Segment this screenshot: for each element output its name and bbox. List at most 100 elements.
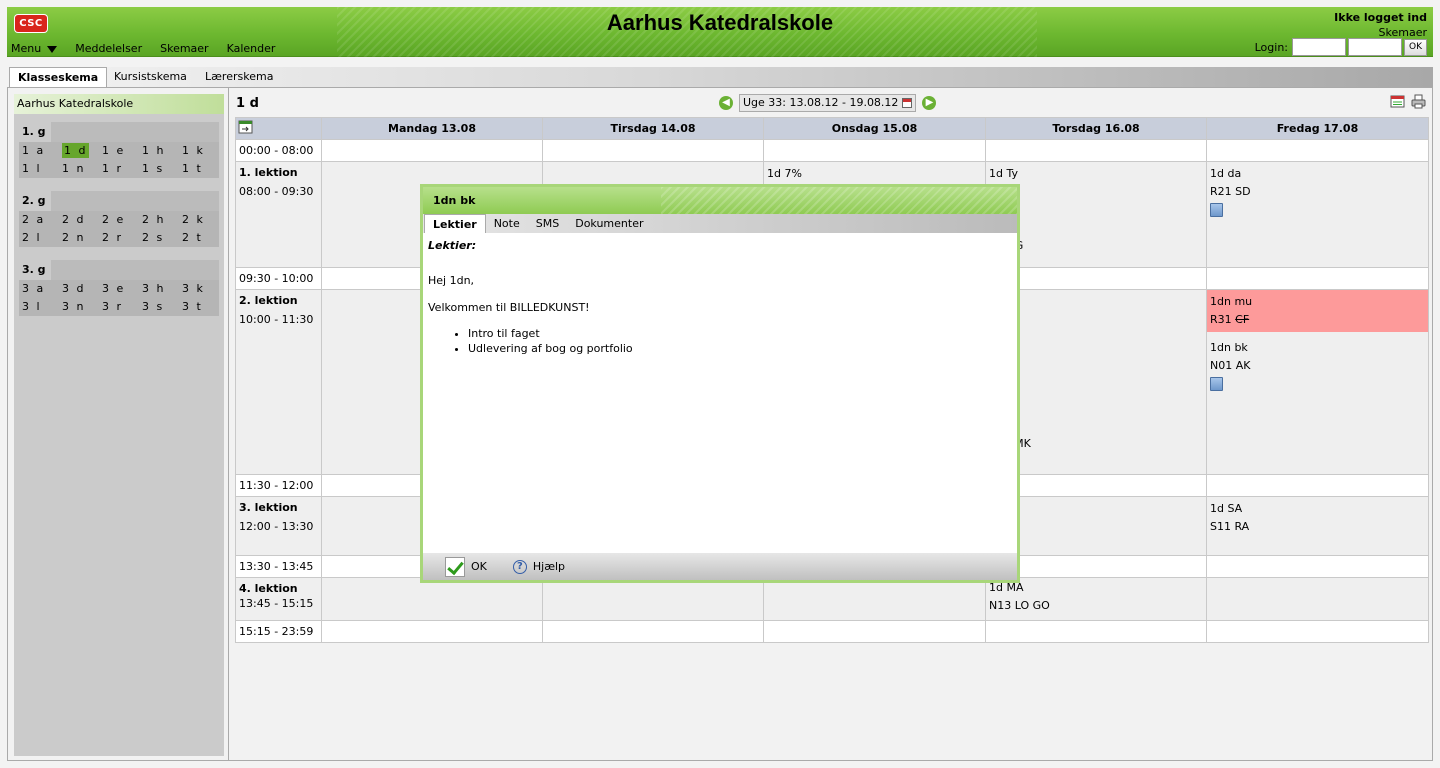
export-icon[interactable] (1390, 94, 1405, 109)
class-item[interactable]: 3 a (19, 280, 59, 298)
printer-icon[interactable] (1411, 94, 1426, 109)
help-icon[interactable]: ? (512, 559, 527, 574)
document-icon[interactable] (1210, 203, 1223, 217)
lesson-entry[interactable]: 1d 7% (764, 162, 985, 186)
schedule-cell: 1d da R21 SD (1206, 161, 1429, 268)
class-item[interactable]: 1 h (139, 142, 179, 160)
class-item[interactable]: 1 k (179, 142, 219, 160)
cell-spacer (989, 201, 1203, 219)
class-item[interactable]: 2 h (139, 211, 179, 229)
schedule-cell (542, 577, 764, 621)
class-item[interactable]: 1 t (179, 160, 219, 178)
class-item[interactable]: 3 n (59, 298, 99, 316)
class-row: 3 a 3 d 3 e 3 h 3 k (19, 280, 219, 298)
time-cell: 1. lektion 08:00 - 09:30 (235, 161, 322, 268)
document-icon[interactable] (1210, 377, 1223, 391)
lesson-class: 1dn bk (1210, 341, 1248, 354)
class-row: 1 l 1 n 1 r 1 s 1 t (19, 160, 219, 178)
tab-note[interactable]: Note (486, 214, 528, 233)
tab-sms[interactable]: SMS (528, 214, 567, 233)
lesson-entry[interactable]: 1dn bk N01 AK (1207, 332, 1428, 396)
lesson-room: KL (989, 183, 1203, 201)
sidebar-school: Aarhus Katedralskole (14, 94, 224, 114)
class-item[interactable]: 3 k (179, 280, 219, 298)
class-item[interactable]: 2 d (59, 211, 99, 229)
dialog-tabs: Lektier Note SMS Dokumenter (423, 214, 1017, 233)
class-item[interactable]: 1 r (99, 160, 139, 178)
lesson-row: 4. lektion 13:45 - 15:15 1d MA N13 LO GO (235, 577, 1429, 621)
lesson-room: R21 SD (1210, 185, 1251, 198)
time-cell: 00:00 - 08:00 (235, 139, 322, 162)
tab-kursistskema[interactable]: Kursistskema (106, 67, 195, 87)
schedule-cell: 1d SA S11 RA (1206, 496, 1429, 556)
class-item[interactable]: 2 s (139, 229, 179, 247)
tab-laererskema[interactable]: Lærerskema (197, 67, 281, 87)
class-item[interactable]: 1 a (19, 142, 59, 160)
lesson-entry[interactable]: 1d SA S11 RA (1207, 497, 1428, 539)
nav-menu[interactable]: Menu (11, 42, 66, 55)
class-item[interactable]: 3 s (139, 298, 179, 316)
lesson-entry[interactable]: 1d da R21 SD (1207, 162, 1428, 222)
checkmark-icon[interactable] (445, 556, 465, 577)
lesson-room: N13 LO GO (989, 599, 1050, 612)
week-selector[interactable]: Uge 33: 13.08.12 - 19.08.12 (739, 94, 917, 112)
class-item[interactable]: 3 d (59, 280, 99, 298)
class-item-selected[interactable]: 1 d (59, 142, 99, 160)
class-item[interactable]: 2 a (19, 211, 59, 229)
class-item-label: 1 d (62, 143, 90, 158)
class-item[interactable]: 2 r (99, 229, 139, 247)
class-item[interactable]: 2 e (99, 211, 139, 229)
class-item[interactable]: 1 l (19, 160, 59, 178)
class-item[interactable]: 2 t (179, 229, 219, 247)
arrow-left-icon[interactable]: ◀ (719, 96, 733, 110)
lesson-time: 13:45 - 15:15 (239, 597, 314, 610)
lesson-time: 12:00 - 13:30 (239, 520, 314, 533)
lesson-entry-cancelled[interactable]: 1dn mu R31 CF (1207, 290, 1428, 332)
class-item[interactable]: 1 e (99, 142, 139, 160)
dialog-ok-button[interactable]: OK (471, 560, 487, 573)
tab-klasseskema[interactable]: Klasseskema (9, 67, 108, 87)
class-item[interactable]: 2 k (179, 211, 219, 229)
lesson-room: N01 AK (1210, 359, 1251, 372)
class-item[interactable]: 3 l (19, 298, 59, 316)
lesson-entry[interactable]: 1d MA N13 LO GO (986, 578, 1206, 618)
class-item[interactable]: 1 s (139, 160, 179, 178)
lesson-time: 08:00 - 09:30 (239, 185, 314, 198)
dialog-title: 1dn bk (433, 194, 476, 207)
dialog-stripes (660, 187, 1017, 214)
lesson-name: 3. lektion (239, 501, 298, 514)
class-item[interactable]: 1 n (59, 160, 99, 178)
nav-meddelelser[interactable]: Meddelelser (66, 42, 151, 55)
class-item[interactable]: 2 l (19, 229, 59, 247)
class-item[interactable]: 3 t (179, 298, 219, 316)
calendar-icon[interactable] (902, 98, 913, 108)
username-field[interactable] (1292, 38, 1346, 56)
schedule-title: 1 d (236, 96, 259, 111)
login-ok-button[interactable]: OK (1404, 38, 1427, 56)
schedule-cell (1206, 555, 1429, 578)
login-label: Login: (1254, 40, 1288, 54)
schedule-cell (321, 620, 543, 643)
top-nav: Menu Meddelelser Skemaer Kalender (11, 42, 284, 55)
lesson-class: frF (989, 219, 1203, 237)
lesson-room: SP (989, 311, 1203, 329)
tab-lektier[interactable]: Lektier (424, 214, 486, 233)
dialog-title-bar[interactable]: 1dn bk (423, 187, 1017, 214)
nav-skemaer[interactable]: Skemaer (151, 42, 217, 55)
class-item[interactable]: 3 h (139, 280, 179, 298)
dialog-help-link[interactable]: Hjælp (533, 560, 565, 573)
class-item[interactable]: 3 e (99, 280, 139, 298)
class-item[interactable]: 3 r (99, 298, 139, 316)
header-bar: CSC Aarhus Katedralskole Menu Meddelelse… (7, 7, 1433, 57)
calendar-export-icon[interactable] (238, 120, 253, 134)
time-cell: 3. lektion 12:00 - 13:30 (235, 496, 322, 556)
day-header: Torsdag 16.08 (985, 117, 1207, 140)
nav-kalender[interactable]: Kalender (218, 42, 285, 55)
arrow-right-icon[interactable]: ▶ (922, 96, 937, 110)
class-item[interactable]: 2 n (59, 229, 99, 247)
homework-heading: Lektier: (428, 239, 477, 252)
tab-dokumenter[interactable]: Dokumenter (567, 214, 651, 233)
password-field[interactable] (1348, 38, 1402, 56)
schedule-cell (1206, 139, 1429, 162)
